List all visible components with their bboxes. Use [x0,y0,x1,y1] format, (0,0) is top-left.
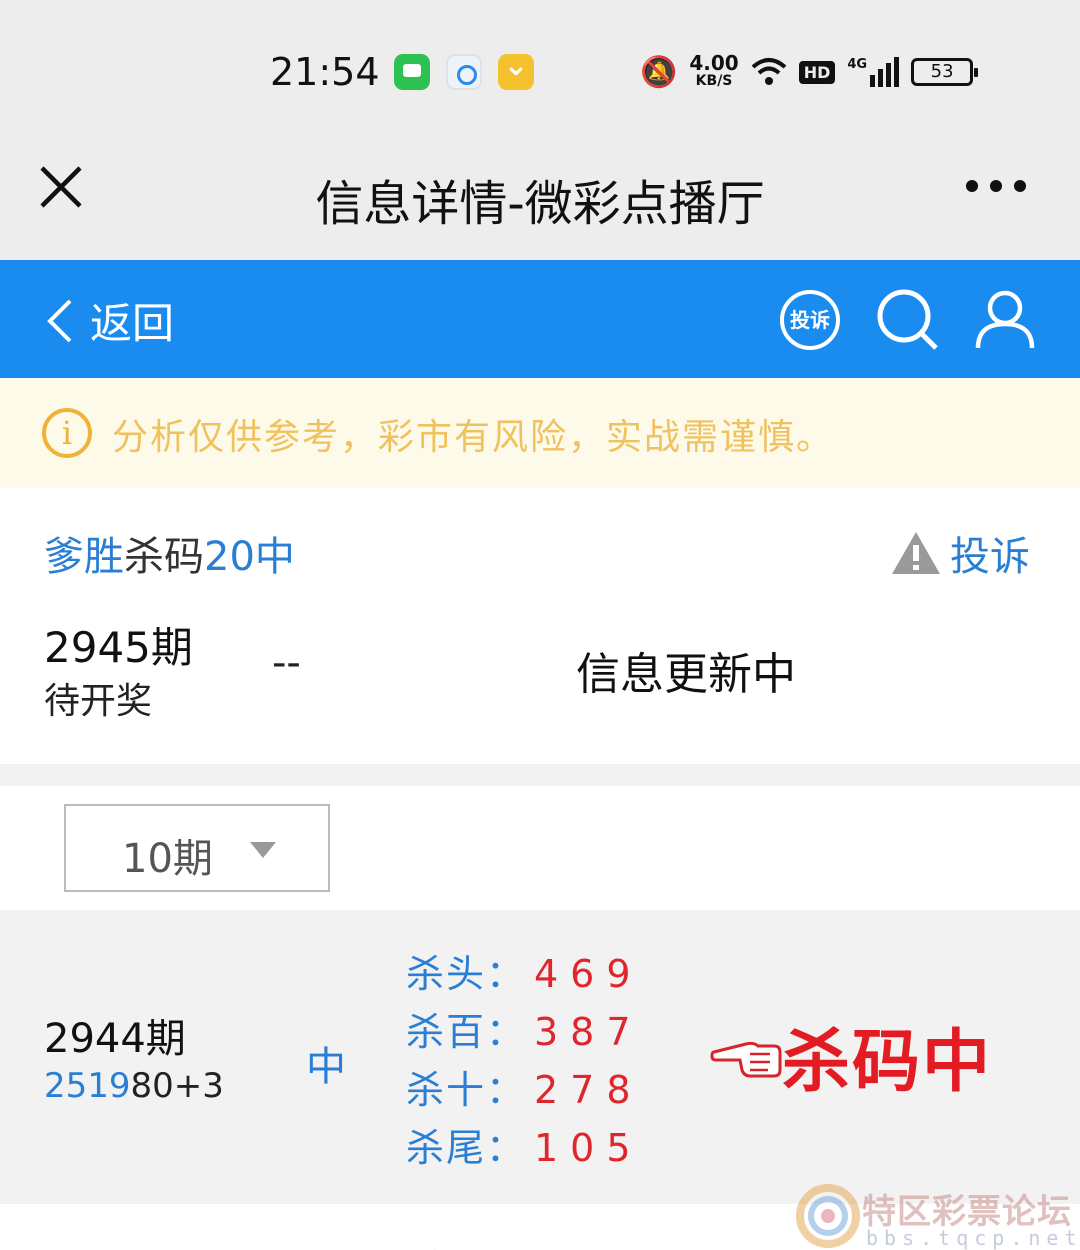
nav-bar: 返回 投诉 [0,260,1080,378]
kill-list: 杀头： 469 杀百： 387 杀十： 278 杀尾： 105 [406,952,643,1184]
current-period: 2945期 [44,623,193,672]
battery-icon: 53 [911,58,979,86]
kill-numbers: 387 [534,1010,643,1054]
period-count-value: 10期 [122,836,213,882]
user-icon[interactable] [974,288,1036,352]
info-icon: i [42,408,92,458]
author-name[interactable]: 爹胜 [44,534,124,580]
status-indicators: 🔕 4.00 KB/S HD 4G 53 [640,51,979,92]
hit-count: 20中 [204,534,295,580]
status-bar: 21:54 🔕 4.00 KB/S HD 4G 53 [0,0,1080,140]
period-count-select[interactable]: 10期 [64,804,330,892]
draw-status: 待开奖 [44,681,153,722]
notice-text: 分析仅供参考，彩市有风险，实战需谨慎。 [112,417,835,458]
kill-label: 杀尾： [406,1126,527,1170]
card-heading: 爹胜杀码20中 [44,524,295,582]
result-period: 2944期 [44,1016,186,1062]
page-title: 信息详情-微彩点播厅 [315,176,765,232]
forum-watermark: 特区彩票论坛 bbs.tqcp.net [796,1180,1080,1250]
back-button[interactable]: 返回 [44,290,174,351]
info-card: 爹胜杀码20中 投诉 2945期 待开奖 -- 信息更新中 [0,488,1080,764]
clock: 21:54 [270,50,380,94]
hit-placeholder: -- [272,640,301,686]
wechat-icon [394,54,430,90]
kill-label: 杀百： [406,1010,527,1054]
complaint-button[interactable]: 投诉 [780,290,840,350]
kill-numbers: 105 [534,1126,643,1170]
kill-item: 杀尾： 105 [406,1126,643,1184]
kill-hit-badge: 杀码中 [782,1023,993,1102]
topic-label: 杀码 [124,534,204,580]
search-icon[interactable] [876,288,940,352]
title-bar: 信息详情-微彩点播厅 [0,140,1080,260]
more-icon[interactable] [966,180,1026,194]
draw-numbers: 251980+3 [44,1066,224,1106]
pointing-hand-icon [710,1041,782,1078]
warning-icon [892,532,940,574]
net-speed: 4.00 KB/S [689,51,739,89]
watermark-url: bbs.tqcp.net [866,1226,1080,1250]
forum-logo-icon [796,1184,860,1248]
draw-rest: 80+3 [130,1066,224,1106]
update-status: 信息更新中 [576,649,796,700]
hit-mark: 中 [306,1044,346,1090]
kill-item: 杀头： 469 [406,952,643,1010]
signal-icon: 4G [847,57,900,87]
draw-highlight: 2519 [44,1066,131,1106]
filter-area: 10期 [0,786,1080,910]
next-kill-label: 杀头 [406,1238,482,1250]
kill-item: 杀十： 278 [406,1068,643,1126]
kill-label: 杀十： [406,1068,527,1112]
qq-icon [446,54,482,90]
wifi-icon [751,58,787,85]
risk-notice: i 分析仅供参考，彩市有风险，实战需谨慎。 [0,378,1080,488]
kill-numbers: 278 [534,1068,643,1112]
kill-numbers: 469 [534,952,643,996]
hd-icon: HD [798,60,836,84]
kill-item: 杀百： 387 [406,1010,643,1068]
yellow-app-icon [498,48,534,90]
kill-label: 杀头： [406,952,527,996]
report-label: 投诉 [950,534,1030,580]
result-row: 2944期 251980+3 中 杀头： 469 杀百： 387 杀十： 278… [0,910,1080,1204]
chevron-left-icon [47,299,72,342]
back-label: 返回 [90,299,175,348]
caret-down-icon [250,842,276,858]
mute-icon: 🔕 [640,54,678,90]
report-button[interactable]: 投诉 [890,524,1030,582]
